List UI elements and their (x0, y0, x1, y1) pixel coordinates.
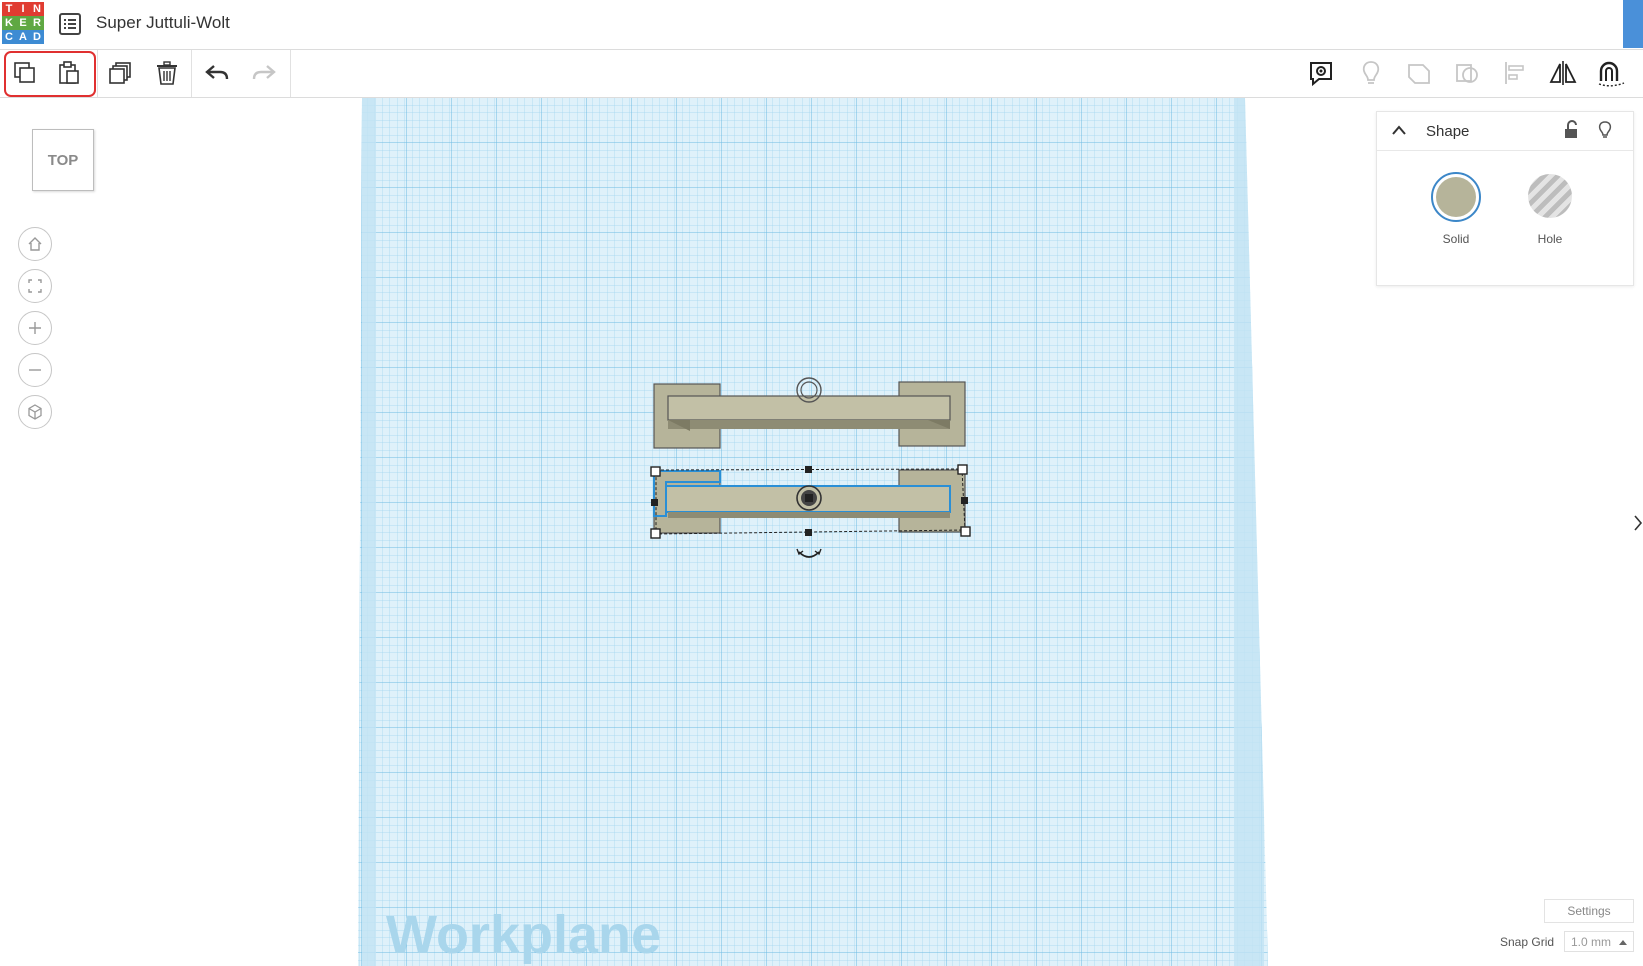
hole-option[interactable] (1528, 174, 1572, 218)
logo-letter: N (30, 2, 44, 16)
logo-letter: A (16, 30, 30, 44)
snap-grid-value: 1.0 mm (1571, 934, 1612, 949)
edit-toolbar (0, 50, 1643, 98)
zoom-in-button[interactable] (18, 311, 52, 345)
zoom-out-icon (29, 369, 41, 371)
logo-letter: D (30, 30, 44, 44)
design-list-icon[interactable] (58, 12, 82, 36)
3d-viewport[interactable]: Workplane TOP Shape Solid Hole (0, 98, 1643, 966)
ungroup-icon[interactable] (1448, 54, 1486, 92)
perspective-icon (28, 404, 42, 420)
lightbulb-icon[interactable] (1597, 120, 1613, 140)
workplane-label: Workplane (386, 905, 661, 965)
lock-icon[interactable] (1563, 120, 1579, 140)
caret-up-icon (1619, 940, 1627, 945)
tinkercad-logo[interactable]: T I N K E R C A D (2, 2, 44, 44)
resize-handle[interactable] (960, 526, 971, 537)
solid-swatch (1436, 177, 1476, 217)
resize-handle[interactable] (650, 528, 661, 539)
resize-handle[interactable] (957, 464, 968, 475)
trash-icon[interactable] (148, 54, 186, 92)
home-icon (28, 237, 42, 251)
solid-option[interactable] (1431, 172, 1481, 222)
duplicate-icon[interactable] (101, 54, 139, 92)
chevron-up-icon[interactable] (1391, 124, 1407, 136)
apps-panel-toggle[interactable] (1623, 0, 1643, 48)
solid-label: Solid (1442, 232, 1470, 246)
fit-icon (28, 279, 42, 293)
resize-handle[interactable] (651, 499, 658, 506)
zoom-out-button[interactable] (18, 353, 52, 387)
copy-icon[interactable] (6, 54, 44, 92)
undo-icon[interactable] (198, 54, 236, 92)
logo-letter: I (16, 2, 30, 16)
fit-view-button[interactable] (18, 269, 52, 303)
home-view-button[interactable] (18, 227, 52, 261)
group-icon[interactable] (1400, 54, 1438, 92)
magnet-icon[interactable] (1592, 54, 1630, 92)
redo-icon[interactable] (245, 54, 283, 92)
shape-inspector: Shape Solid Hole (1376, 111, 1634, 286)
settings-button[interactable]: Settings (1544, 899, 1634, 923)
view-cube[interactable]: TOP (32, 129, 94, 191)
mirror-icon[interactable] (1544, 54, 1582, 92)
top-bar: T I N K E R C A D Super Juttuli-Wolt (0, 0, 1643, 50)
resize-handle[interactable] (961, 497, 968, 504)
snap-grid-select[interactable]: 1.0 mm (1564, 931, 1634, 952)
logo-letter: K (2, 16, 16, 30)
perspective-button[interactable] (18, 395, 52, 429)
notes-icon[interactable] (1302, 54, 1340, 92)
paste-icon[interactable] (50, 54, 88, 92)
align-icon[interactable] (1496, 54, 1534, 92)
lightbulb-icon[interactable] (1352, 54, 1390, 92)
logo-letter: C (2, 30, 16, 44)
resize-handle[interactable] (805, 466, 812, 473)
zoom-in-icon (29, 322, 41, 334)
snap-grid-label: Snap Grid (1500, 935, 1555, 949)
collapse-panel-icon[interactable] (1633, 508, 1643, 538)
logo-letter: R (30, 16, 44, 30)
hole-label: Hole (1537, 232, 1563, 246)
design-title[interactable]: Super Juttuli-Wolt (96, 13, 230, 33)
resize-handle[interactable] (650, 466, 661, 477)
inspector-title: Shape (1426, 123, 1470, 140)
logo-letter: E (16, 16, 30, 30)
resize-handle[interactable] (805, 529, 812, 536)
logo-letter: T (2, 2, 16, 16)
inspector-header: Shape (1377, 112, 1633, 151)
view-cube-label: TOP (47, 151, 79, 169)
